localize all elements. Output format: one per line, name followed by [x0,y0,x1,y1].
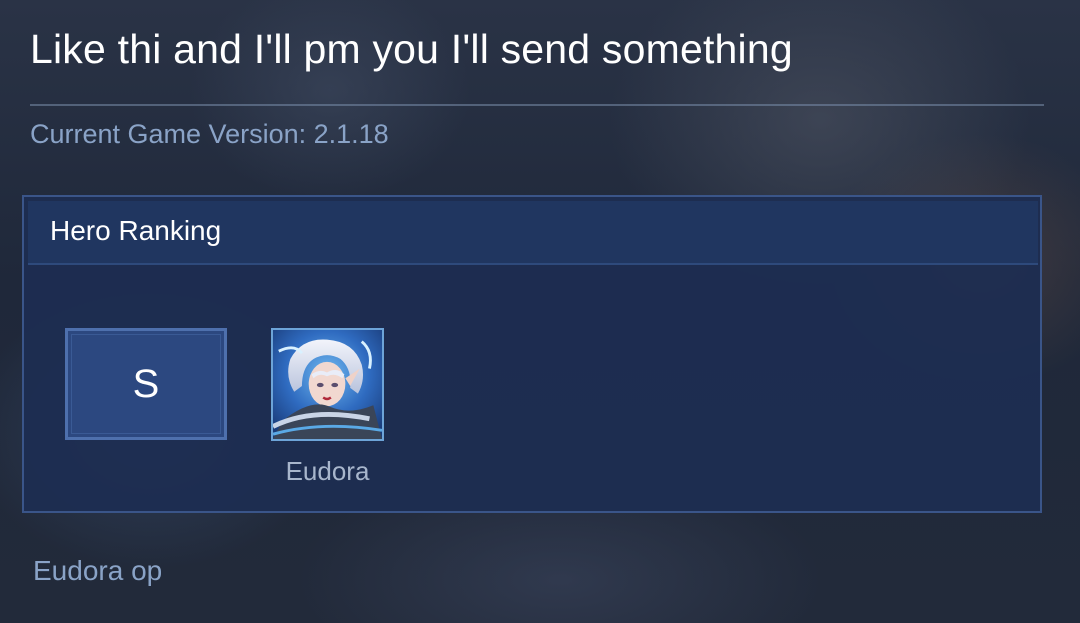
game-version-label: Current Game Version: 2.1.18 [30,119,389,149]
panel-header: Hero Ranking [28,201,1038,265]
post-title: Like thi and I'll pm you I'll send somet… [30,26,793,72]
hero-card[interactable]: Eudora [271,328,384,487]
comment-text: Eudora op [33,555,163,586]
hero-name[interactable]: Eudora [271,456,384,487]
title-divider [30,104,1044,106]
tier-badge: S [65,328,227,440]
hero-ranking-panel: Hero Ranking S Eudora [22,195,1042,513]
hero-portrait-eudora-icon[interactable] [271,328,384,441]
tier-label: S [132,361,160,406]
panel-title: Hero Ranking [50,215,222,246]
